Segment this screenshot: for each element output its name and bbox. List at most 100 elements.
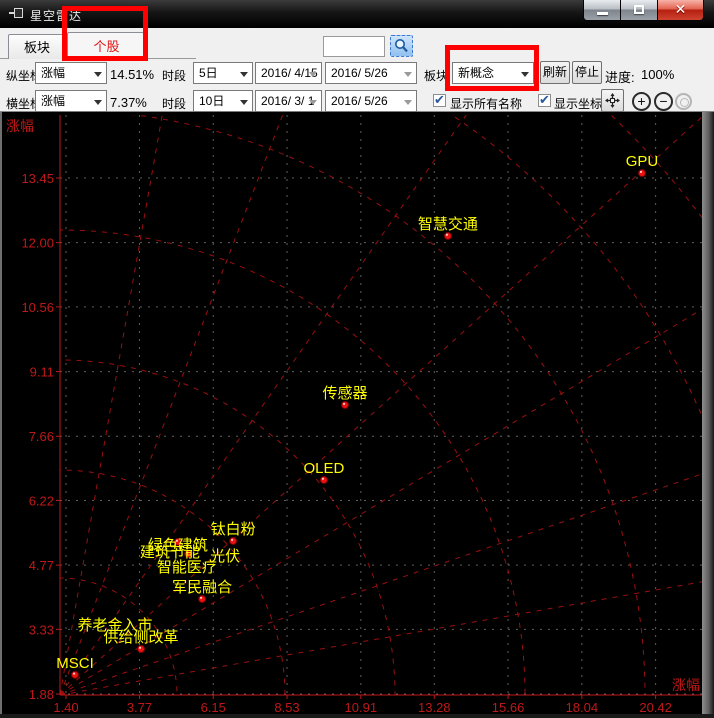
period-label-1: 时段	[162, 67, 186, 84]
data-point-label: 供给侧改革	[104, 629, 179, 646]
show-all-names-checkbox[interactable]: ✔	[433, 94, 446, 107]
data-point-label: MSCI	[56, 655, 94, 672]
radar-ray	[60, 112, 454, 695]
x-tick-label: 8.53	[274, 700, 299, 715]
data-point-dot[interactable]	[71, 671, 78, 678]
search-input[interactable]	[323, 36, 385, 57]
chart-canvas: 1.40 3.77 6.15 8.53 10.91 13.28 15.66 18.04 20.4…	[0, 112, 714, 718]
restore-button[interactable]	[621, 0, 658, 21]
date-from-1[interactable]: 2016/ 4/15	[255, 62, 322, 84]
period-value-2: 10日	[199, 94, 224, 108]
tab-sector[interactable]: 板块	[8, 34, 66, 59]
horizontal-axis-combo[interactable]: 涨幅	[35, 90, 107, 112]
horizontal-axis-value: 涨幅	[41, 94, 65, 108]
caption-buttons: ✕	[583, 0, 704, 21]
tab-stock[interactable]: 个股	[67, 32, 146, 59]
search-button[interactable]	[390, 35, 413, 57]
y-tick-label: 10.56	[21, 300, 54, 315]
period-value-1: 5日	[199, 66, 218, 80]
close-icon: ✕	[658, 1, 703, 18]
radar-arc	[0, 230, 525, 718]
x-axis-title: 涨幅	[672, 677, 700, 693]
chevron-down-icon	[94, 100, 102, 105]
x-tick-label: 13.28	[418, 700, 451, 715]
vertical-axis-percent: 14.51%	[110, 67, 154, 82]
progress-value: 100%	[641, 67, 674, 82]
radar-ray	[60, 112, 714, 695]
y-tick-label: 13.45	[21, 171, 54, 186]
data-point-glint	[322, 478, 324, 480]
zoom-in-button[interactable]: +	[632, 92, 651, 111]
data-point-label: 军民融合	[172, 579, 232, 596]
circle-icon	[680, 98, 689, 107]
x-tick-label: 1.40	[53, 700, 78, 715]
sector-combo[interactable]: 新概念	[452, 62, 534, 84]
date-from-2[interactable]: 2016/ 3/ 1	[255, 90, 322, 112]
horizontal-axis-percent: 7.37%	[110, 95, 147, 110]
y-tick-label: 4.77	[29, 558, 54, 573]
x-tick-label: 6.15	[201, 700, 226, 715]
x-tick-label: 15.66	[492, 700, 525, 715]
refresh-button[interactable]: 刷新	[540, 61, 570, 84]
data-point-dot[interactable]	[230, 538, 237, 545]
minimize-icon	[597, 12, 608, 15]
x-tick-label: 18.04	[566, 700, 599, 715]
data-point-dot[interactable]	[444, 232, 451, 239]
data-point-glint	[73, 673, 75, 675]
date-to-1-value: 2016/ 5/26	[331, 66, 388, 80]
data-point-dot[interactable]	[638, 170, 645, 177]
check-icon: ✔	[434, 92, 445, 108]
progress-label: 进度:	[605, 67, 635, 86]
window-title: 星空雷达	[30, 7, 82, 24]
pan-button[interactable]	[601, 89, 624, 112]
zoom-reset-button[interactable]	[675, 93, 692, 110]
vertical-axis-value: 涨幅	[41, 66, 65, 80]
x-tick-label: 3.77	[127, 700, 152, 715]
radar-ray	[60, 112, 251, 695]
data-point-glint	[640, 171, 642, 173]
radar-ray	[60, 504, 714, 695]
data-point-dot[interactable]	[342, 402, 349, 409]
period-combo-2[interactable]: 10日	[193, 90, 253, 112]
stop-button[interactable]: 停止	[572, 61, 602, 84]
date-to-1[interactable]: 2016/ 5/26	[325, 62, 417, 84]
radar-scatter-chart: 1.40 3.77 6.15 8.53 10.91 13.28 15.66 18.04 20.4…	[0, 112, 714, 718]
date-to-2-value: 2016/ 5/26	[331, 94, 388, 108]
data-point-dot[interactable]	[320, 476, 327, 483]
chevron-down-icon	[309, 72, 317, 77]
pan-move-icon	[605, 93, 620, 108]
vertical-axis-combo[interactable]: 涨幅	[35, 62, 107, 84]
radar-ray	[60, 112, 691, 695]
chevron-down-icon	[240, 100, 248, 105]
restore-icon	[634, 5, 644, 14]
zoom-out-button[interactable]: −	[654, 92, 673, 111]
x-tick-label: 10.91	[345, 700, 378, 715]
pin-window-icon	[9, 8, 24, 19]
period-label-2: 时段	[162, 95, 186, 112]
y-tick-label: 3.33	[29, 622, 54, 637]
minimize-button[interactable]	[583, 0, 621, 21]
chevron-down-icon	[94, 72, 102, 77]
search-icon	[391, 36, 412, 56]
data-point-label: GPU	[626, 153, 659, 170]
close-button[interactable]: ✕	[658, 0, 704, 21]
data-point-label: 智能医疗	[157, 558, 217, 576]
y-tick-label: 1.88	[29, 687, 54, 702]
period-combo-1[interactable]: 5日	[193, 62, 253, 84]
window-frame-bottom	[0, 714, 714, 718]
toolbar: 板块 个股 纵坐标 涨幅 14.51% 时段 5日 2016/ 4/15 201…	[0, 28, 714, 112]
data-point-glint	[231, 539, 233, 541]
data-point-glint	[446, 234, 448, 236]
check-icon: ✔	[539, 92, 550, 108]
data-point-dot[interactable]	[199, 596, 206, 603]
chevron-down-icon	[404, 100, 412, 105]
data-point-glint	[343, 403, 345, 405]
show-coords-label: 显示坐标	[554, 95, 602, 112]
show-all-names-label: 显示所有名称	[450, 95, 522, 112]
app-window: 星空雷达 ✕ 板块 个股 纵坐标 涨幅 14.51% 时段 5日 2016/	[0, 0, 714, 718]
chevron-down-icon	[404, 72, 412, 77]
x-tick-label: 20.42	[639, 700, 672, 715]
show-coords-checkbox[interactable]: ✔	[538, 94, 551, 107]
data-point-dot[interactable]	[138, 645, 145, 652]
date-to-2[interactable]: 2016/ 5/26	[325, 90, 417, 112]
